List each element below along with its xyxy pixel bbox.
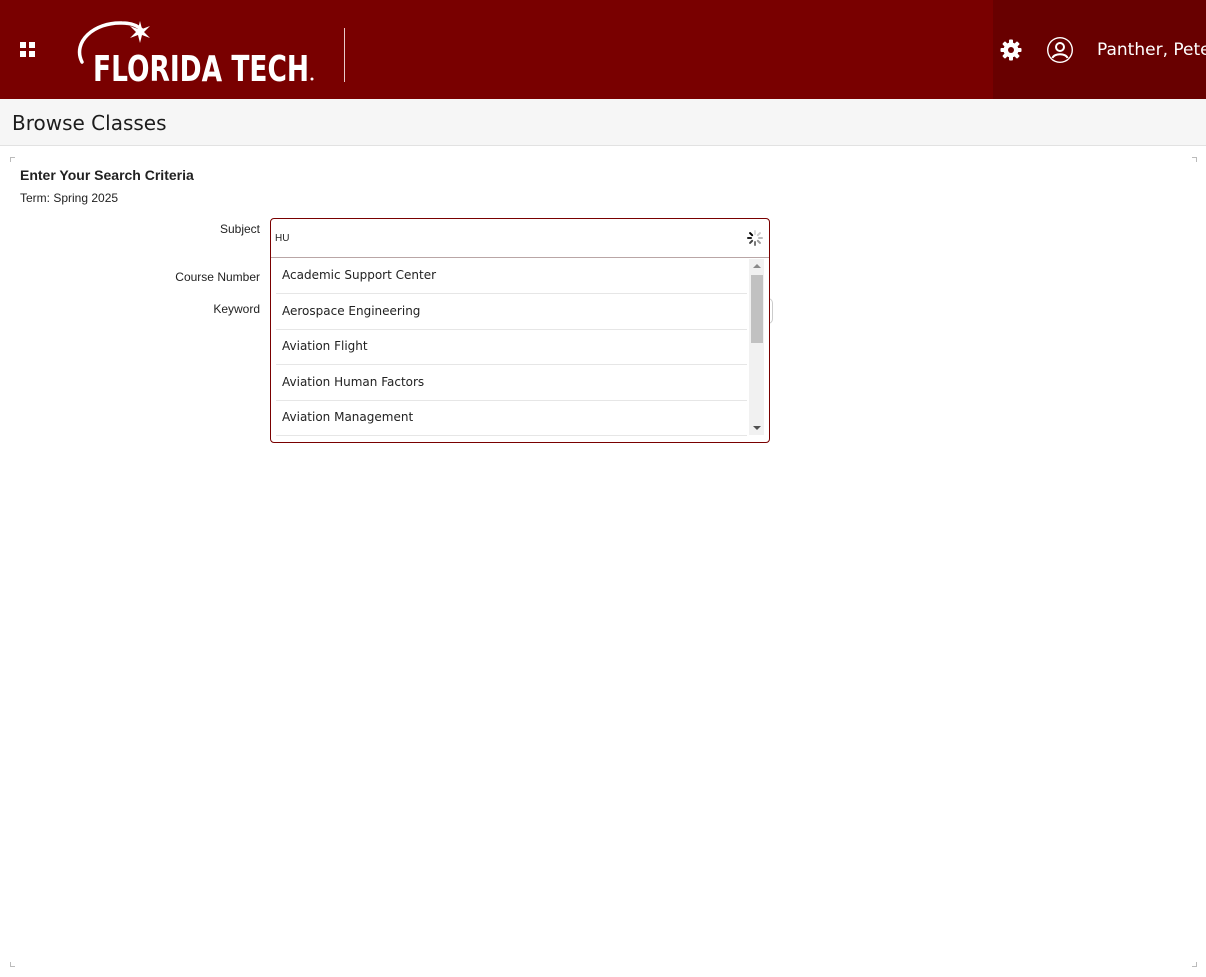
subject-option-label: Aviation Flight [282, 339, 368, 353]
subject-results-list[interactable]: Academic Support Center Aerospace Engine… [271, 258, 769, 442]
florida-tech-logo[interactable]: FLORIDA TECH [72, 18, 332, 88]
subject-option-label: Aviation Management [282, 410, 414, 424]
subject-option-label: Academic Support Center [282, 268, 437, 282]
logo-text: FLORIDA TECH [93, 49, 309, 88]
panel-corner [10, 157, 15, 162]
course-number-label: Course Number [175, 270, 260, 284]
settings-gear-icon[interactable] [999, 38, 1023, 62]
scroll-up-arrow-icon[interactable] [749, 259, 764, 273]
user-name-link[interactable]: Panther, Pete [1097, 40, 1206, 60]
apps-menu-icon[interactable] [20, 42, 36, 58]
subject-input-wrapper [271, 219, 769, 258]
subject-option[interactable]: Aviation Management [276, 400, 747, 436]
term-value: Spring 2025 [53, 191, 119, 205]
subject-option[interactable]: Aviation Human Factors [276, 365, 747, 401]
loading-spinner-icon [747, 230, 763, 246]
subject-label: Subject [219, 222, 260, 236]
keyword-label: Keyword [213, 302, 260, 316]
subject-option[interactable]: Aviation Flight [276, 329, 747, 365]
panel-corner [1192, 962, 1197, 967]
panel-corner [1192, 157, 1197, 162]
search-criteria-heading: Enter Your Search Criteria [20, 167, 194, 183]
results-scrollbar[interactable] [749, 259, 764, 435]
subject-option-label: Aerospace Engineering [282, 304, 421, 318]
panel-corner [10, 962, 15, 967]
scrollbar-thumb[interactable] [751, 275, 763, 343]
subject-combobox[interactable]: Academic Support Center Aerospace Engine… [270, 218, 770, 443]
user-avatar-icon[interactable] [1046, 36, 1074, 64]
term-label: Term: [20, 191, 50, 205]
subject-option[interactable]: Academic Support Center [276, 258, 747, 294]
header-divider [344, 28, 345, 82]
scroll-down-arrow-icon[interactable] [749, 421, 764, 435]
subject-search-input[interactable] [275, 229, 735, 247]
page-title-bar: Browse Classes [0, 99, 1206, 146]
subject-option[interactable]: Aerospace Engineering [276, 294, 747, 330]
subject-option-label: Aviation Human Factors [282, 375, 425, 389]
top-navigation-bar: FLORIDA TECH Panther, Pete [0, 0, 1206, 99]
page-title: Browse Classes [12, 111, 167, 135]
term-info: Term: Spring 2025 [20, 191, 118, 205]
